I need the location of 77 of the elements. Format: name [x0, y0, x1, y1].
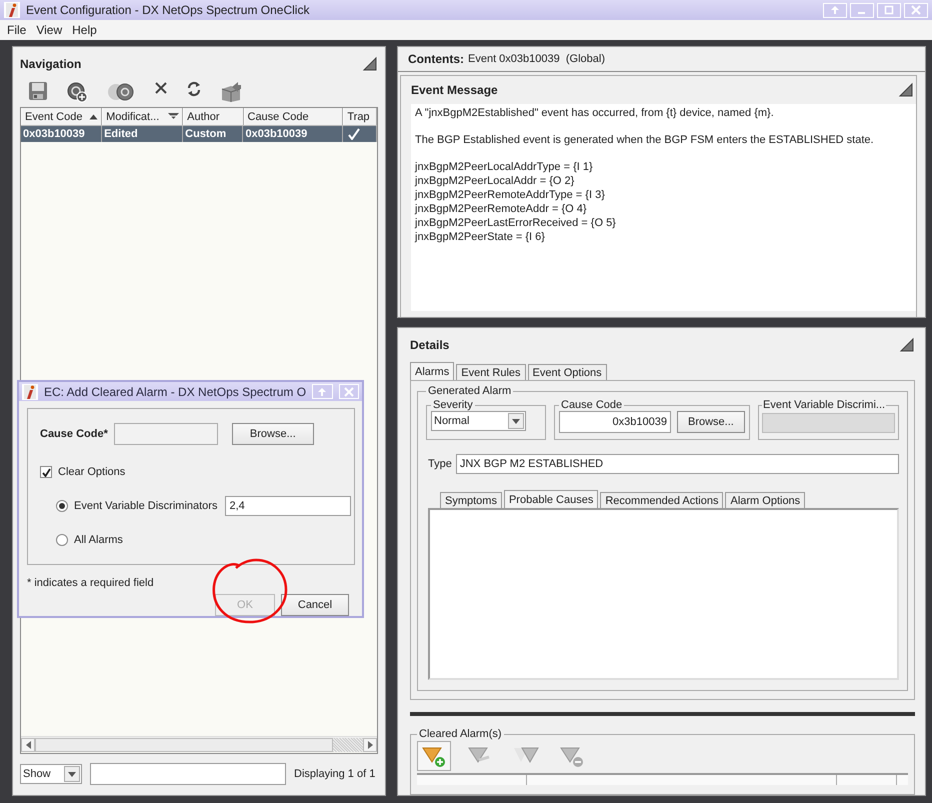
- scroll-left-icon[interactable]: [26, 740, 30, 748]
- close-icon[interactable]: [344, 386, 354, 396]
- contents-value: Event 0x03b10039 (Global): [468, 53, 605, 65]
- horizontal-scrollbar[interactable]: [21, 736, 377, 752]
- show-dropdown[interactable]: Show: [20, 764, 82, 784]
- dropdown-arrow-icon: [512, 418, 520, 424]
- window-title: Event Configuration - DX NetOps Spectrum OneClick: [26, 3, 310, 17]
- header-label: Modificat...: [106, 110, 160, 122]
- dialog-title: EC: Add Cleared Alarm - DX NetOps Spectrum O: [44, 384, 306, 398]
- column-header[interactable]: Trap: [343, 108, 378, 125]
- column-header[interactable]: Event Code: [21, 108, 102, 125]
- app-logo-icon: [22, 384, 38, 400]
- collapse-triangle-icon[interactable]: [899, 337, 915, 353]
- menu-item[interactable]: View: [31, 23, 68, 37]
- column-header[interactable]: Cause Code: [244, 108, 344, 125]
- double-circle-icon[interactable]: [106, 81, 136, 103]
- cause-code-field[interactable]: 0x3b10039: [559, 411, 671, 433]
- table-cell: Custom: [183, 126, 244, 142]
- discriminators-field[interactable]: 2,4: [225, 496, 352, 516]
- tab[interactable]: Alarm Options: [725, 492, 806, 508]
- severity-dropdown[interactable]: Normal: [431, 411, 526, 431]
- cancel-button[interactable]: Cancel: [281, 594, 349, 616]
- checkmark-icon: [42, 468, 50, 476]
- panel-title: Event Message: [411, 83, 498, 97]
- tab[interactable]: Event Options: [528, 364, 607, 380]
- group-label: Generated Alarm: [427, 385, 512, 397]
- field-label: Cause Code*: [40, 428, 108, 440]
- dropdown-arrow-icon: [68, 772, 76, 776]
- table-cell: Edited: [102, 126, 184, 142]
- radio-label: Event Variable Discriminators: [74, 500, 218, 512]
- browse-button[interactable]: Browse...: [677, 411, 745, 433]
- tab[interactable]: Event Rules: [456, 364, 526, 380]
- tab[interactable]: Probable Causes: [504, 490, 598, 508]
- column-header[interactable]: Modificat...: [102, 108, 184, 125]
- checkbox[interactable]: [40, 466, 52, 478]
- tab[interactable]: Symptoms: [440, 492, 502, 508]
- collapse-triangle-icon[interactable]: [898, 82, 914, 98]
- message-paragraph: The BGP Established event is generated when the BGP FSM enters the ESTABLISHED state.: [415, 133, 875, 147]
- filter-field[interactable]: [90, 763, 286, 785]
- contents-label: Contents:: [408, 52, 464, 66]
- panel-title: Navigation: [20, 57, 82, 71]
- scroll-right-icon[interactable]: [368, 740, 372, 748]
- scrollbar-thumb[interactable]: [35, 738, 333, 752]
- tab[interactable]: Alarms: [410, 362, 454, 380]
- group-label: Event Variable Discrimi...: [762, 399, 886, 411]
- circle-plus-icon[interactable]: [66, 81, 88, 103]
- checkbox-label: Clear Options: [58, 466, 126, 478]
- close-icon[interactable]: [911, 5, 921, 15]
- table-cell: 0x03b10039: [243, 126, 344, 142]
- table-row[interactable]: 0x03b10039 Edited Custom 0x03b10039: [21, 126, 377, 142]
- tab[interactable]: Recommended Actions: [600, 492, 724, 508]
- panel-title: Details: [410, 338, 450, 352]
- group-label: Cause Code: [560, 399, 624, 411]
- cause-code-field[interactable]: [114, 423, 218, 445]
- up-arrow-icon[interactable]: [317, 386, 328, 396]
- group-label: Severity: [432, 399, 474, 411]
- header-label: Event Code: [25, 110, 82, 122]
- type-field[interactable]: JNX BGP M2 ESTABLISHED: [456, 454, 899, 474]
- menu-item[interactable]: File: [2, 23, 32, 37]
- maximize-icon[interactable]: [884, 5, 894, 15]
- table-cell: 0x03b10039: [21, 126, 102, 142]
- browse-button[interactable]: Browse...: [232, 423, 314, 445]
- menu-item[interactable]: Help: [67, 23, 102, 37]
- box-arrow-icon[interactable]: [220, 81, 242, 103]
- message-paragraph: A "jnxBgpM2Established" event has occurred, from {t} device, named {m}.: [415, 106, 775, 120]
- radio-label: All Alarms: [74, 534, 123, 546]
- field-label: Type: [428, 458, 452, 470]
- radio-button[interactable]: [56, 534, 68, 546]
- status-text: Displaying 1 of 1: [294, 768, 376, 780]
- group-label: Cleared Alarm(s): [418, 728, 503, 740]
- up-arrow-icon[interactable]: [830, 5, 840, 15]
- radio-button[interactable]: [56, 500, 68, 512]
- collapse-triangle-icon[interactable]: [362, 56, 378, 72]
- app-logo-icon: [4, 2, 20, 18]
- message-paragraph: jnxBgpM2PeerLocalAddrType = {I 1} jnxBgpM2PeerLocalAddr = {O 2} jnxBgpM2PeerRemoteAddrType = {I 3} jnxBgpM2PeerRemoteAddr = {O 4} jnxBgpM2PeerLastErrorReceived = {O 5} jnxBgpM2PeerState = {I 6}: [415, 160, 617, 244]
- column-header[interactable]: Author: [183, 108, 244, 125]
- footnote: * indicates a required field: [27, 577, 155, 589]
